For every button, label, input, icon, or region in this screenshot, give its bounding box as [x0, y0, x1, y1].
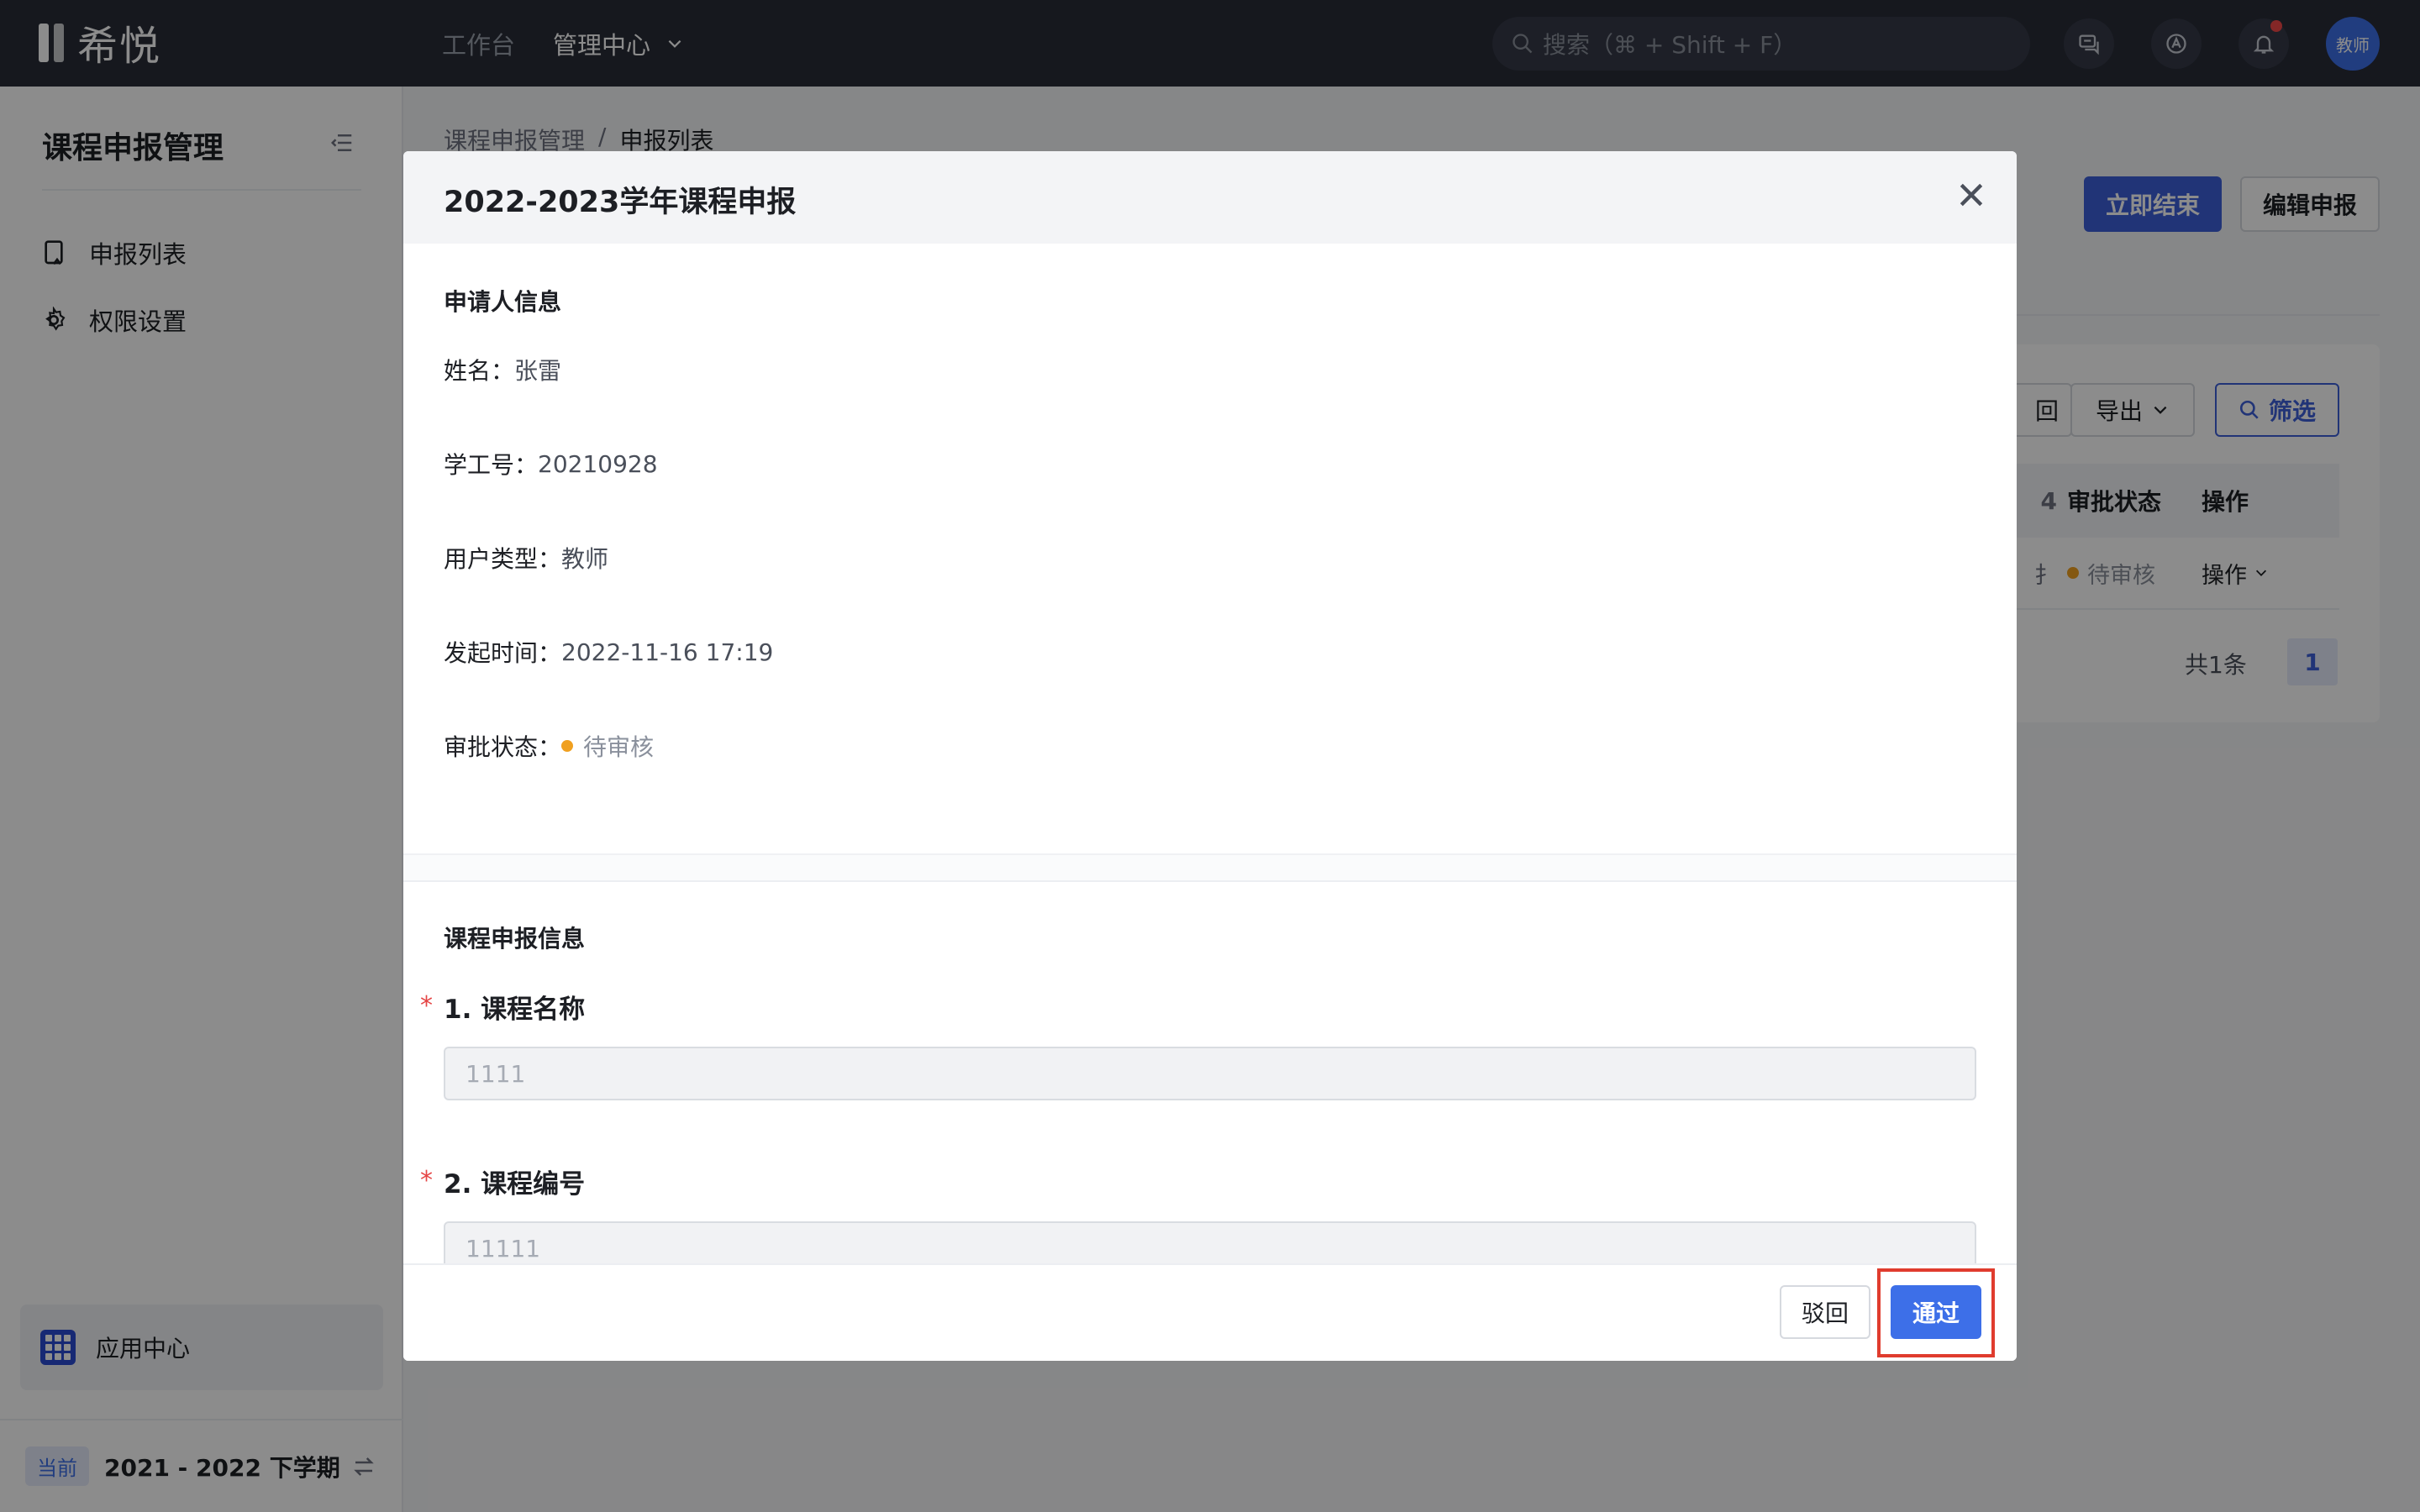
question-label: 1. 课程名称 [444, 995, 586, 1025]
question-label: 2. 课程编号 [444, 1169, 586, 1200]
approval-modal: 2022-2023学年课程申报 申请人信息 姓名： 张雷 学工号： 202109… [403, 151, 2017, 1361]
field-label: 审批状态： [444, 733, 562, 761]
applicant-section-title: 申请人信息 [444, 288, 562, 316]
course-name-field[interactable] [444, 1047, 1976, 1100]
field-value: 2022-11-16 17:19 [561, 638, 774, 666]
status-badge: 待审核 [561, 729, 654, 763]
course-section-title: 课程申报信息 [444, 925, 586, 953]
field-label: 姓名： [444, 357, 515, 385]
field-value: 20210928 [538, 449, 658, 478]
field-value: 待审核 [583, 733, 655, 761]
field-value: 张雷 [514, 357, 562, 385]
modal-title: 2022-2023学年课程申报 [444, 186, 797, 219]
required-asterisk: * [420, 1166, 433, 1195]
field-label: 学工号： [444, 451, 539, 479]
close-icon[interactable] [1954, 178, 1988, 212]
applicant-id: 学工号： 20210928 [444, 447, 658, 480]
applicant-approval-status: 审批状态： 待审核 [444, 729, 654, 763]
applicant-submit-time: 发起时间： 2022-11-16 17:19 [444, 635, 773, 669]
required-asterisk: * [420, 991, 433, 1021]
highlight-box [1877, 1268, 1995, 1357]
modal-footer [403, 1263, 2017, 1361]
field-label: 发起时间： [444, 639, 562, 667]
pending-dot [561, 740, 574, 752]
modal-header: 2022-2023学年课程申报 [403, 151, 2017, 244]
field-label: 用户类型： [444, 545, 562, 573]
applicant-name: 姓名： 张雷 [444, 353, 561, 386]
field-value: 教师 [561, 545, 609, 573]
reject-button[interactable]: 驳回 [1780, 1285, 1870, 1339]
applicant-user-type: 用户类型： 教师 [444, 541, 608, 575]
section-separator [403, 853, 2017, 882]
